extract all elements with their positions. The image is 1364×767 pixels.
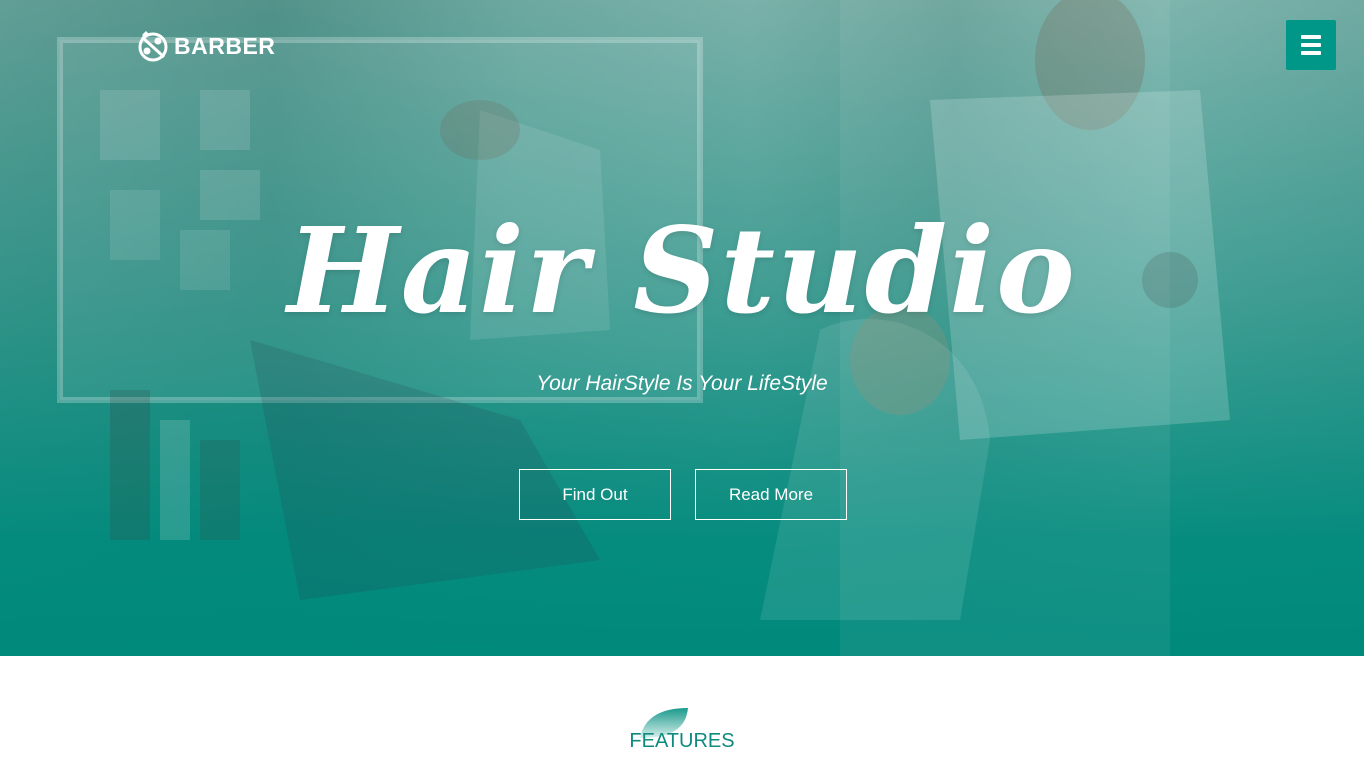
brand-name: BARBER — [174, 32, 276, 59]
find-out-button[interactable]: Find Out — [519, 469, 671, 520]
hero-title: Hair Studio — [287, 201, 1077, 340]
hero-section: BARBER Hair Studio Your HairStyle Is You… — [0, 0, 1364, 656]
hamburger-icon — [1301, 35, 1321, 55]
brand-logo[interactable]: BARBER — [136, 28, 275, 64]
features-title: FEATURES — [629, 730, 735, 752]
scissors-comb-icon — [138, 31, 168, 62]
read-more-button[interactable]: Read More — [695, 469, 847, 520]
features-section: FEATURES — [0, 656, 1364, 767]
menu-button[interactable] — [1286, 20, 1336, 70]
hero-tagline: Your HairStyle Is Your LifeStyle — [536, 372, 828, 395]
